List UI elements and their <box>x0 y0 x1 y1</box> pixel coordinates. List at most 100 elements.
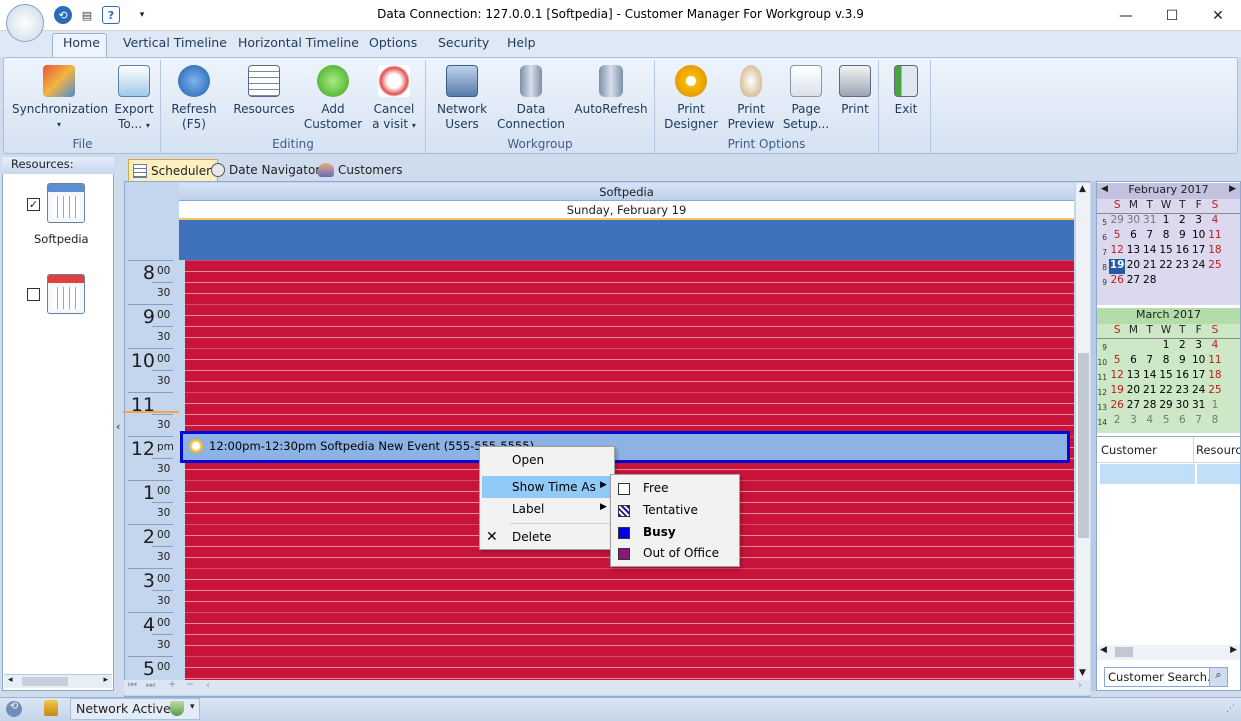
calendar-day[interactable]: 4 <box>1207 339 1223 354</box>
calendar-february[interactable]: ◀ February 2017 ▶ S M T W T F S 5 29 30 31 1 2 3 4 6 5 6 7… <box>1097 183 1240 305</box>
tab-home[interactable]: Home <box>63 35 100 50</box>
export-button[interactable]: Export To... ▾ <box>110 63 158 133</box>
scroll-left-icon[interactable]: ◂ <box>8 675 13 685</box>
customer-row-selected-cell[interactable] <box>1197 464 1240 484</box>
calendar-day[interactable]: 3 <box>1190 214 1206 229</box>
calendar-day[interactable]: 13 <box>1125 244 1141 259</box>
calendar-day[interactable]: 24 <box>1190 259 1206 274</box>
calendar-day[interactable]: 8 <box>1158 229 1174 244</box>
calendar-day[interactable]: 23 <box>1174 259 1190 274</box>
calendar-day[interactable]: 31 <box>1190 399 1206 414</box>
calendar-day[interactable]: 17 <box>1190 244 1206 259</box>
calendar-day[interactable]: 7 <box>1190 414 1206 429</box>
customer-grid[interactable]: Customer Resource ◀ ▶ <box>1097 436 1240 660</box>
menu-label[interactable]: Label <box>512 502 544 516</box>
calendar-day[interactable]: 19 <box>1109 384 1125 399</box>
calendar-day[interactable]: 21 <box>1142 384 1158 399</box>
calendar-day[interactable]: 10 <box>1190 354 1206 369</box>
calendar-day[interactable]: 3 <box>1190 339 1206 354</box>
calendar-day[interactable]: 2 <box>1109 414 1125 429</box>
column-resource[interactable]: Resource <box>1194 437 1240 462</box>
calendar-day[interactable]: 18 <box>1207 244 1223 259</box>
calendar-next-icon[interactable]: ▶ <box>1229 184 1236 194</box>
calendar-day[interactable]: 10 <box>1190 229 1206 244</box>
tab-security[interactable]: Security <box>438 35 489 50</box>
scroll-right-icon[interactable]: ▸ <box>103 675 108 685</box>
calendar-day[interactable]: 7 <box>1142 354 1158 369</box>
calendar-day[interactable]: 24 <box>1190 384 1206 399</box>
menu-delete[interactable]: Delete <box>512 530 551 544</box>
scheduler-vertical-scrollbar[interactable]: ▲ ▼ <box>1075 183 1090 680</box>
calendar-day[interactable]: 26 <box>1109 399 1125 414</box>
calendar-day[interactable]: 20 <box>1125 259 1141 274</box>
resize-grip-icon[interactable]: ⋰ <box>1226 704 1235 714</box>
calendar-day[interactable]: 4 <box>1207 214 1223 229</box>
print-button[interactable]: Print <box>836 63 874 117</box>
close-button[interactable]: ✕ <box>1195 0 1241 31</box>
submenu-out-of-office[interactable]: Out of Office <box>643 546 719 560</box>
calendar-day[interactable]: 1 <box>1158 339 1174 354</box>
tab-customers[interactable]: Customers <box>314 159 409 181</box>
calendar-day[interactable]: 11 <box>1207 354 1223 369</box>
calendar-day[interactable]: 23 <box>1174 384 1190 399</box>
calendar-day[interactable]: 25 <box>1207 259 1223 274</box>
calendar-day[interactable]: 6 <box>1125 354 1141 369</box>
appointment-event[interactable]: 12:00pm-12:30pm Softpedia New Event (555… <box>180 431 1070 463</box>
calendar-day[interactable]: 28 <box>1142 399 1158 414</box>
tab-vertical-timeline[interactable]: Vertical Timeline <box>123 35 227 50</box>
calendar-day[interactable]: 15 <box>1158 369 1174 384</box>
calendar-day[interactable]: 5 <box>1109 229 1125 244</box>
scroll-down-icon[interactable]: ▼ <box>1079 668 1086 678</box>
calendar-day[interactable]: 17 <box>1190 369 1206 384</box>
print-preview-button[interactable]: Print Preview <box>724 63 778 132</box>
minimize-button[interactable]: — <box>1103 0 1149 31</box>
calendar-day[interactable]: 6 <box>1174 414 1190 429</box>
nav-prev-icon[interactable]: ⏭ <box>146 680 155 691</box>
status-refresh-icon[interactable]: ⟲ <box>6 701 22 717</box>
tab-help[interactable]: Help <box>507 35 536 50</box>
page-setup-button[interactable]: Page Setup... <box>782 63 830 132</box>
calendar-day[interactable]: 22 <box>1158 259 1174 274</box>
menu-open[interactable]: Open <box>512 453 544 467</box>
calendar-day[interactable]: 7 <box>1142 229 1158 244</box>
calendar-day[interactable]: 29 <box>1109 214 1125 229</box>
day-grid[interactable] <box>185 260 1074 680</box>
calendar-day[interactable]: 12 <box>1109 369 1125 384</box>
grid-scroll-right-icon[interactable]: ▶ <box>1230 645 1237 655</box>
resources-button[interactable]: Resources <box>232 63 296 117</box>
tab-scheduler[interactable]: Scheduler <box>128 159 219 181</box>
calendar-day[interactable]: 11 <box>1207 229 1223 244</box>
resource-calendar-icon[interactable] <box>47 183 85 223</box>
scroll-up-icon[interactable]: ▲ <box>1079 184 1086 194</box>
calendar-day[interactable]: 14 <box>1142 244 1158 259</box>
synchronization-button[interactable]: Synchronization ▾ <box>12 63 108 132</box>
calendar-day[interactable]: 18 <box>1207 369 1223 384</box>
calendar-day[interactable]: 6 <box>1125 229 1141 244</box>
nav-left-icon[interactable]: ‹ <box>206 680 210 691</box>
calendar-day[interactable]: 5 <box>1109 354 1125 369</box>
calendar-day[interactable]: 5 <box>1158 414 1174 429</box>
calendar-day[interactable]: 16 <box>1174 369 1190 384</box>
calendar-day[interactable]: 1 <box>1158 214 1174 229</box>
resource-calendar-icon-2[interactable] <box>47 274 85 314</box>
resources-scrollbar[interactable]: ◂ ▸ <box>4 674 112 688</box>
scroll-thumb[interactable] <box>1078 353 1089 538</box>
tab-date-navigator[interactable]: Date Navigator <box>207 159 326 181</box>
lock-icon[interactable] <box>44 700 58 716</box>
all-day-area[interactable] <box>179 220 1074 260</box>
cancel-visit-button[interactable]: Cancel a visit ▾ <box>368 63 420 133</box>
binoculars-search-icon[interactable]: ⌕ <box>1209 668 1227 686</box>
autorefresh-button[interactable]: AutoRefresh <box>574 63 648 117</box>
submenu-tentative[interactable]: Tentative <box>643 503 698 517</box>
nav-right-icon[interactable]: › <box>1078 680 1082 691</box>
calendar-day[interactable]: 26 <box>1109 274 1125 289</box>
exit-button[interactable]: Exit <box>888 63 924 117</box>
network-dropdown-icon[interactable]: ▾ <box>190 702 195 712</box>
calendar-day[interactable]: 8 <box>1207 414 1223 429</box>
calendar-day[interactable]: 30 <box>1174 399 1190 414</box>
calendar-day[interactable]: 8 <box>1158 354 1174 369</box>
calendar-day[interactable]: 22 <box>1158 384 1174 399</box>
calendar-day[interactable]: 31 <box>1142 214 1158 229</box>
refresh-button[interactable]: Refresh (F5) <box>168 63 220 132</box>
network-users-button[interactable]: Network Users <box>434 63 490 132</box>
